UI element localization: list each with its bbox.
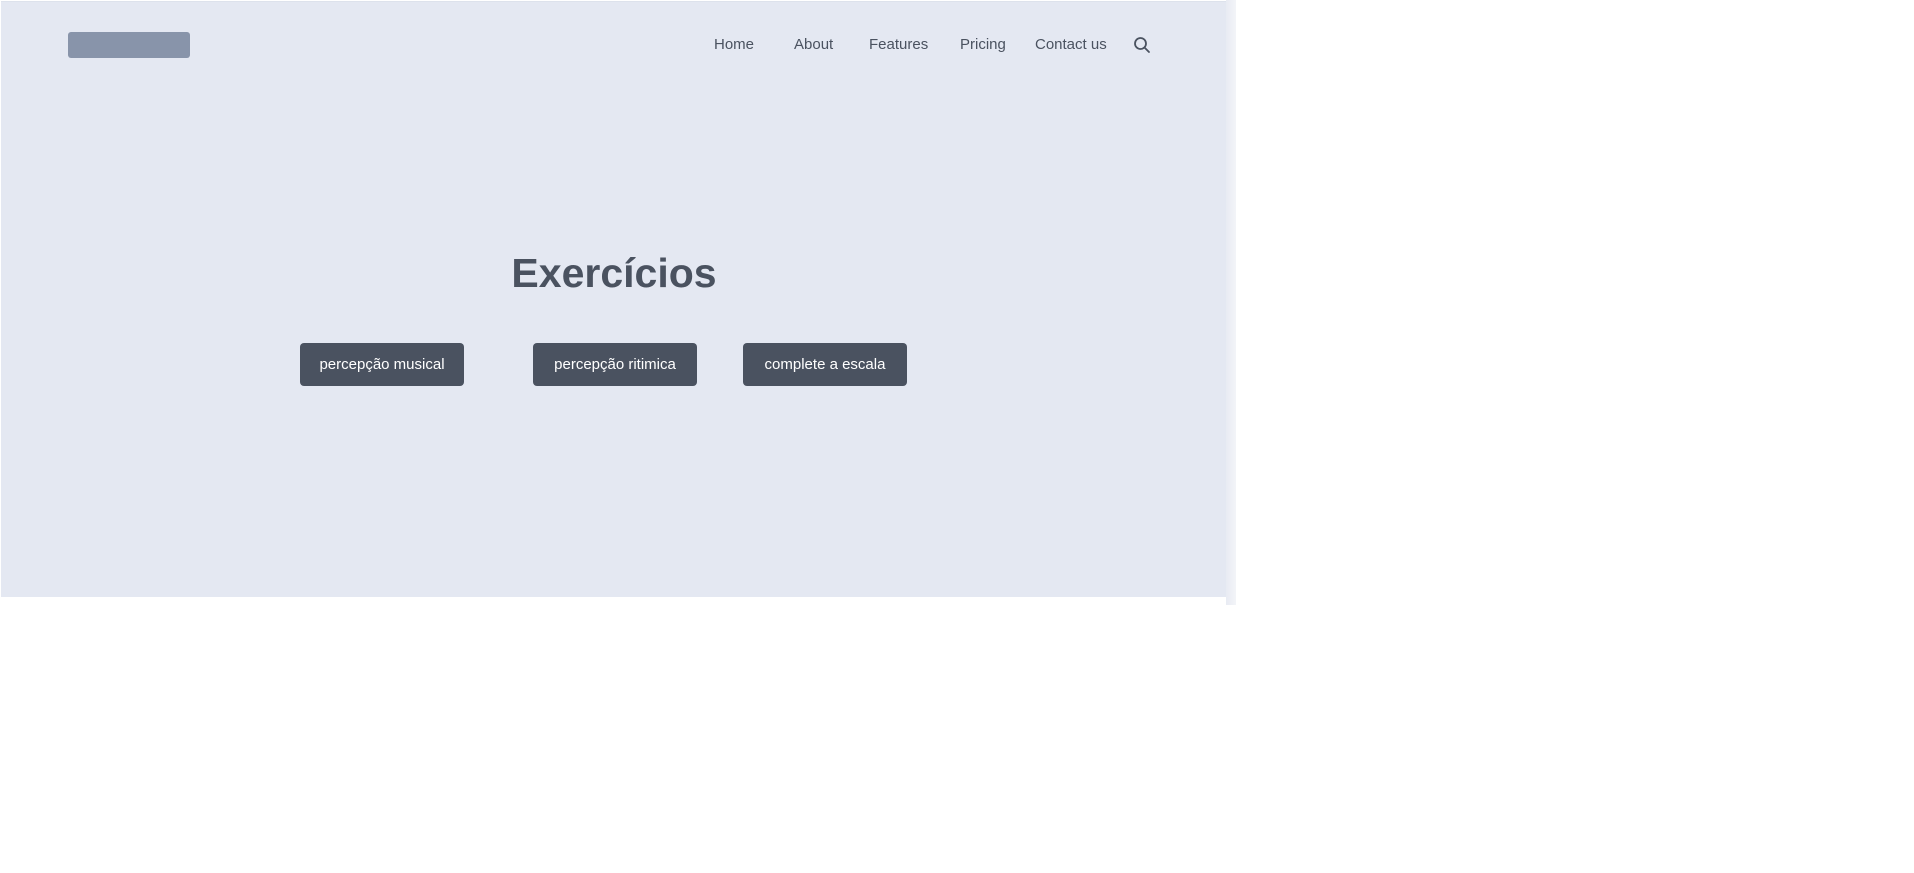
nav-item-about[interactable]: About: [794, 32, 833, 58]
nav-item-features[interactable]: Features: [869, 32, 928, 58]
logo[interactable]: [68, 32, 190, 58]
page: Home About Features Pricing Contact us E…: [0, 0, 1226, 605]
nav-item-contact-us[interactable]: Contact us: [1035, 32, 1107, 58]
page-title: Exercícios: [511, 250, 717, 296]
scrollbar-track: [1226, 0, 1236, 605]
search-icon[interactable]: [1132, 35, 1152, 55]
hero-section: Home About Features Pricing Contact us E…: [1, 1, 1226, 597]
nav-item-home[interactable]: Home: [714, 32, 754, 58]
percepcao-musical-button[interactable]: percepção musical: [300, 343, 464, 386]
percepcao-ritimica-button[interactable]: percepção ritimica: [533, 343, 697, 386]
nav-item-pricing[interactable]: Pricing: [960, 32, 1006, 58]
complete-a-escala-button[interactable]: complete a escala: [743, 343, 907, 386]
